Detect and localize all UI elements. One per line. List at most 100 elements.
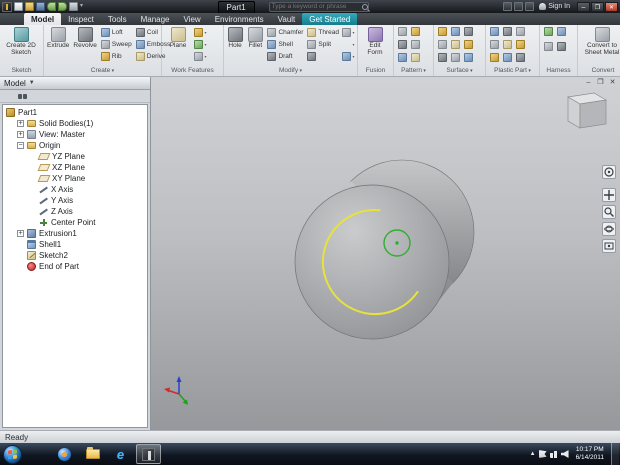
tree-item-y-axis[interactable]: Y Axis [3, 195, 147, 206]
browser-header-dropdown[interactable]: Model ▼ [0, 77, 150, 90]
new-file-icon[interactable] [14, 2, 23, 11]
taskbar-inventor-button[interactable] [136, 444, 161, 464]
surface-misc-button[interactable] [462, 52, 474, 63]
redo-icon[interactable] [58, 2, 67, 11]
zoom-button[interactable] [602, 205, 616, 219]
rib-button[interactable]: Rib [100, 50, 133, 62]
delete-face-button[interactable] [342, 38, 355, 50]
boss-button[interactable] [488, 39, 500, 50]
expand-icon[interactable] [17, 131, 24, 138]
tree-item-shell1[interactable]: Shell1 [3, 239, 147, 250]
quick-access-chevron-icon[interactable]: ▾ [80, 2, 83, 11]
sculpt-button[interactable] [449, 26, 461, 37]
pan-button[interactable] [602, 188, 616, 202]
search-input[interactable] [272, 3, 360, 10]
tab-inspect[interactable]: Inspect [61, 13, 101, 25]
tree-item-yz-plane[interactable]: YZ Plane [3, 151, 147, 162]
maximize-button[interactable] [591, 2, 604, 12]
rectangular-pattern-button[interactable] [396, 26, 408, 37]
harness-segment-button[interactable] [555, 26, 567, 37]
tree-item-xy-plane[interactable]: XY Plane [3, 173, 147, 184]
cylinder-front-face[interactable] [295, 185, 449, 339]
minimize-button[interactable] [577, 2, 590, 12]
hole-button[interactable]: Hole [226, 26, 244, 51]
save-icon[interactable] [36, 2, 45, 11]
taskbar-explorer-button[interactable] [80, 444, 105, 464]
circular-pattern-button[interactable] [396, 39, 408, 50]
tree-item-solid-bodies[interactable]: Solid Bodies(1) [3, 118, 147, 129]
extend-button[interactable] [449, 39, 461, 50]
create-harness-button[interactable] [542, 26, 554, 37]
tab-view[interactable]: View [177, 13, 208, 25]
sketch-pattern-button[interactable] [409, 26, 421, 37]
harness-route-button[interactable] [542, 41, 554, 52]
draft-button[interactable]: Draft [266, 50, 304, 62]
show-desktop-button[interactable] [611, 443, 619, 465]
pattern-misc-button[interactable] [409, 52, 421, 63]
combine-button[interactable] [306, 50, 340, 62]
network-icon[interactable] [550, 450, 558, 458]
tree-item-x-axis[interactable]: X Axis [3, 184, 147, 195]
tree-item-part1[interactable]: Part1 [3, 107, 147, 118]
convert-to-sheet-metal-button[interactable]: Convert to Sheet Metal [580, 26, 620, 58]
volume-icon[interactable] [561, 450, 569, 458]
action-center-icon[interactable] [539, 450, 547, 458]
expand-icon[interactable] [17, 230, 24, 237]
tab-get-started[interactable]: Get Started [302, 13, 357, 25]
favorites-star-icon[interactable] [503, 2, 512, 11]
orbit-button[interactable] [602, 222, 616, 236]
work-point-button[interactable] [194, 38, 207, 50]
find-icon[interactable] [18, 94, 27, 99]
tree-item-view-master[interactable]: View: Master [3, 129, 147, 140]
loft-button[interactable]: Loft [100, 26, 133, 38]
fillet-button[interactable]: Fillet [246, 26, 264, 51]
boundary-patch-button[interactable] [462, 26, 474, 37]
split-button[interactable]: Split [306, 38, 340, 50]
stitch-button[interactable] [436, 26, 448, 37]
search-icon[interactable] [362, 4, 368, 10]
edit-form-button[interactable]: Edit Form [360, 26, 390, 58]
close-button[interactable] [605, 2, 618, 12]
full-navigation-wheel-button[interactable] [602, 165, 616, 179]
expand-icon[interactable] [17, 120, 24, 127]
help-icon[interactable] [514, 2, 523, 11]
collapse-icon[interactable] [17, 142, 24, 149]
viewcube[interactable] [560, 83, 612, 135]
open-icon[interactable] [25, 2, 34, 11]
tab-vault[interactable]: Vault [271, 13, 303, 25]
tree-item-sketch2[interactable]: Sketch2 [3, 250, 147, 261]
tab-environments[interactable]: Environments [208, 13, 271, 25]
viewcube-right-face[interactable] [580, 100, 606, 128]
thread-button[interactable]: Thread [306, 26, 340, 38]
plastic-misc-1-button[interactable] [514, 26, 526, 37]
sign-in-button[interactable]: Sign In [536, 3, 573, 10]
trim-button[interactable] [436, 52, 448, 63]
replace-face-button[interactable] [449, 52, 461, 63]
tree-item-xz-plane[interactable]: XZ Plane [3, 162, 147, 173]
3d-viewport[interactable]: – ❐ ✕ [151, 77, 620, 430]
tree-item-origin[interactable]: Origin [3, 140, 147, 151]
tab-tools[interactable]: Tools [101, 13, 134, 25]
tree-item-z-axis[interactable]: Z Axis [3, 206, 147, 217]
rest-button[interactable] [488, 52, 500, 63]
start-button[interactable] [3, 445, 22, 464]
tray-expand-icon[interactable]: ▲ [530, 451, 536, 457]
lip-button[interactable] [501, 52, 513, 63]
snap-fit-button[interactable] [501, 26, 513, 37]
extrude-button[interactable]: Extrude [46, 26, 70, 51]
patch-button[interactable] [436, 39, 448, 50]
ucs-button[interactable] [194, 50, 207, 62]
tree-item-end-of-part[interactable]: End of Part [3, 261, 147, 272]
work-axis-button[interactable] [194, 26, 207, 38]
print-icon[interactable] [69, 2, 78, 11]
create-2d-sketch-button[interactable]: Create 2D Sketch [2, 26, 40, 58]
look-at-button[interactable] [602, 239, 616, 253]
rule-fillet-button[interactable] [501, 39, 513, 50]
sweep-button[interactable]: Sweep [100, 38, 133, 50]
move-face-button[interactable] [342, 50, 355, 62]
ruled-surface-button[interactable] [462, 39, 474, 50]
shell-button[interactable]: Shell [266, 38, 304, 50]
model-canvas[interactable] [151, 77, 620, 430]
undo-icon[interactable] [47, 2, 56, 11]
chamfer-button[interactable]: Chamfer [266, 26, 304, 38]
